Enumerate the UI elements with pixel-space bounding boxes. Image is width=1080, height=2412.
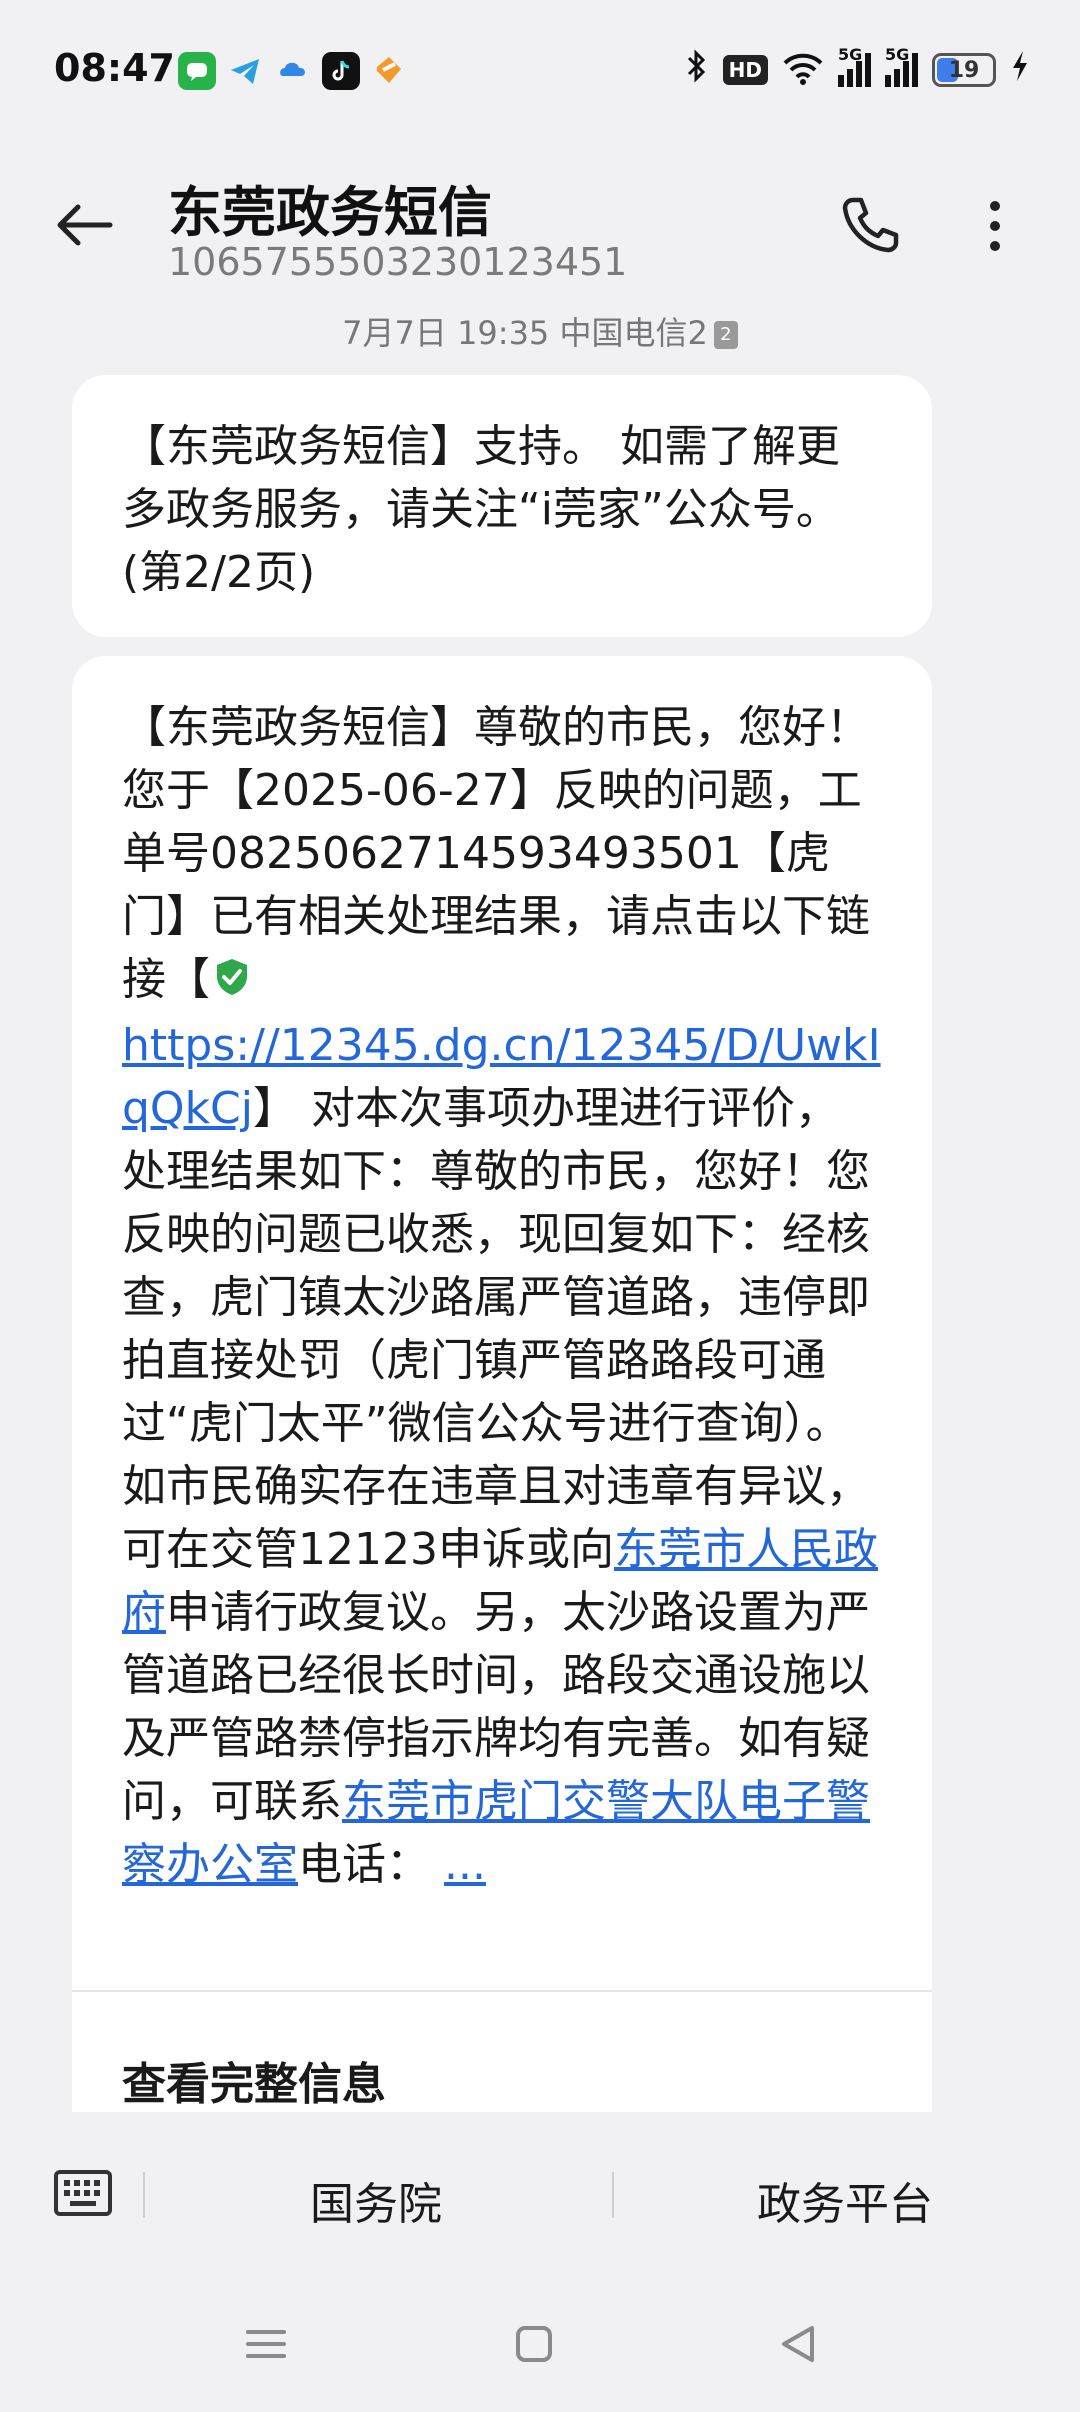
verified-shield-icon: [214, 951, 250, 1014]
divider: [72, 1990, 932, 1992]
sender-number: 1065755503230123451: [168, 240, 628, 284]
bottom-menu-bar: 国务院 政务平台: [0, 2112, 1080, 2282]
menu-lines-icon: [246, 2330, 286, 2358]
status-time: 08:47: [54, 46, 175, 90]
telegram-icon: [226, 52, 264, 90]
status-bar: 08:47 HD 5G 5G 19: [0, 0, 1080, 130]
back-triangle-icon: [782, 2326, 814, 2362]
message-1-text: 【东莞政务短信】支持。 如需了解更多政务服务，请关注“i莞家”公众号。(第2/2…: [122, 421, 840, 598]
phone-icon: [842, 197, 899, 253]
wifi-icon: [782, 51, 824, 89]
home-button[interactable]: [512, 2322, 556, 2370]
recent-apps-button[interactable]: [244, 2322, 288, 2370]
home-square-icon: [516, 2326, 552, 2362]
more-options-button[interactable]: [975, 195, 1015, 255]
view-full-message-button[interactable]: 查看完整信息: [122, 2048, 386, 2112]
wechat-icon: [178, 52, 216, 90]
navigation-bar: [0, 2282, 1080, 2412]
message-2-part2: 】 对本次事项办理进行评价，处理结果如下：尊敬的市民，您好！您反映的问题已收悉，…: [122, 1082, 870, 1575]
back-button[interactable]: [50, 195, 120, 255]
message-2-text: 【东莞政务短信】尊敬的市民，您好！您于【2025-06-27】反映的问题，工单号…: [122, 696, 882, 1896]
sim-card-icon: 2: [713, 321, 738, 349]
signal-5g-icon-1: 5G: [838, 45, 871, 87]
battery-icon: 19: [932, 53, 996, 87]
keyboard-toggle-button[interactable]: [54, 2168, 112, 2218]
bluetooth-icon: [685, 48, 709, 92]
system-status-icons: HD 5G 5G 19: [685, 45, 1030, 92]
menu-item-state-council[interactable]: 国务院: [310, 2168, 442, 2232]
menu-item-government-platform[interactable]: 政务平台: [757, 2168, 933, 2232]
menu-separator: [612, 2172, 614, 2218]
battery-level: 19: [948, 57, 980, 83]
message-bubble-2[interactable]: 【东莞政务短信】尊敬的市民，您好！您于【2025-06-27】反映的问题，工单号…: [72, 656, 932, 2116]
message-bubble-1[interactable]: 【东莞政务短信】支持。 如需了解更多政务服务，请关注“i莞家”公众号。(第2/2…: [72, 375, 932, 637]
message-2-part4: 电话：: [298, 1838, 430, 1890]
menu-separator: [143, 2172, 145, 2218]
signal-5g-icon-2: 5G: [885, 45, 918, 87]
cloud-app-icon: [274, 52, 312, 90]
charging-icon: [1010, 49, 1030, 91]
hd-badge: HD: [722, 55, 768, 85]
timestamp-text: 7月7日 19:35 中国电信2: [342, 314, 708, 352]
tiktok-icon: [322, 52, 360, 90]
message-timestamp: 7月7日 19:35 中国电信2 2: [0, 308, 1080, 354]
conversation-title: 东莞政务短信: [168, 181, 492, 244]
keyboard-icon: [54, 2170, 112, 2216]
notification-icons: [178, 52, 408, 90]
more-dot-icon: [990, 201, 1000, 211]
call-button[interactable]: [835, 190, 905, 260]
back-arrow-icon: [57, 204, 113, 246]
heart-app-icon: [370, 52, 408, 90]
more-text-link[interactable]: ...: [444, 1839, 486, 1890]
nav-back-button[interactable]: [776, 2322, 820, 2370]
